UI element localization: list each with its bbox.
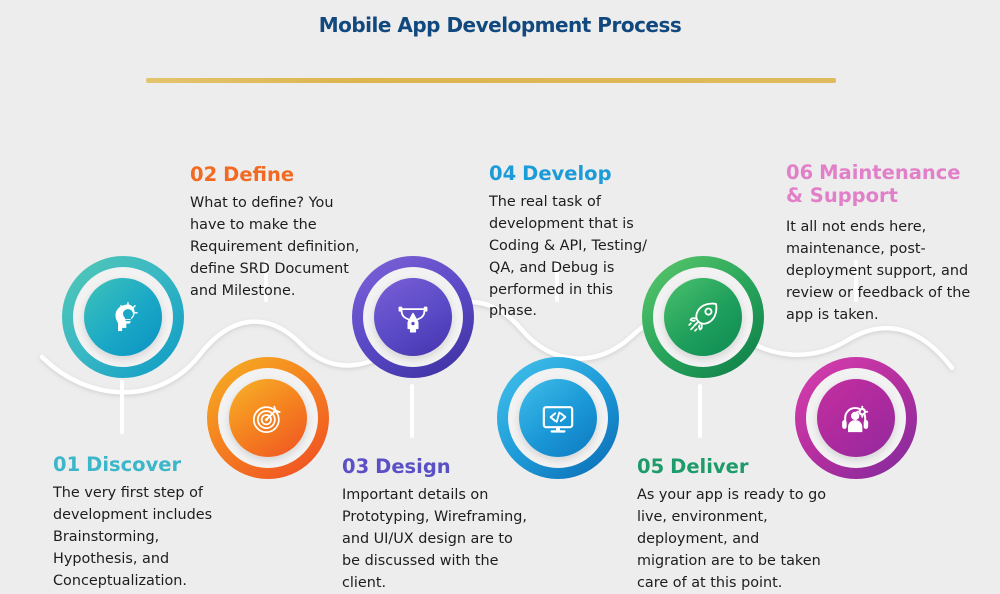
step-disc-02 — [229, 379, 307, 457]
step-text-06: 06 Maintenance & Support It all not ends … — [786, 138, 972, 326]
pen-tool-icon — [392, 296, 434, 338]
step-text-03: 03 Design Important details on Prototypin… — [342, 432, 528, 594]
step-number-06: 06 — [786, 161, 814, 184]
step-node-03[interactable] — [352, 256, 474, 378]
step-label-02: Define — [223, 163, 295, 186]
step-number-02: 02 — [190, 163, 218, 186]
step-label-01: Discover — [86, 453, 182, 476]
step-text-02: 02 Define What to define? You have to mak… — [190, 140, 362, 302]
step-heading-04: 04 Develop — [489, 139, 661, 185]
head-lightbulb-icon — [103, 297, 143, 337]
monitor-code-icon — [538, 398, 578, 438]
step-heading-05: 05 Deliver — [637, 432, 827, 478]
step-heading-02: 02 Define — [190, 140, 362, 186]
step-body-03: Important details on Prototyping, Wirefr… — [342, 487, 527, 591]
step-label-03: Design — [375, 455, 451, 478]
target-arrow-icon — [248, 398, 288, 438]
step-body-02: What to define? You have to make the Req… — [190, 195, 360, 299]
step-number-03: 03 — [342, 455, 370, 478]
step-heading-01: 01 Discover — [53, 430, 235, 476]
step-disc-01 — [84, 278, 162, 356]
step-text-04: 04 Develop The real task of development t… — [489, 139, 661, 323]
step-disc-05 — [664, 278, 742, 356]
step-heading-03: 03 Design — [342, 432, 528, 478]
step-body-01: The very first step of development inclu… — [53, 485, 213, 589]
step-disc-04 — [519, 379, 597, 457]
step-disc-03 — [374, 278, 452, 356]
step-text-05: 05 Deliver As your app is ready to go liv… — [637, 432, 827, 594]
step-number-04: 04 — [489, 162, 517, 185]
headset-gear-icon — [836, 398, 876, 438]
step-text-01: 01 Discover The very first step of develo… — [53, 430, 235, 592]
step-label-05: Deliver — [670, 455, 749, 478]
step-disc-06 — [817, 379, 895, 457]
step-body-05: As your app is ready to go live, environ… — [637, 487, 827, 591]
step-body-04: The real task of development that is Cod… — [489, 194, 647, 320]
step-heading-06: 06 Maintenance & Support — [786, 138, 972, 207]
step-node-01[interactable] — [62, 256, 184, 378]
step-body-06: It all not ends here, maintenance, post-… — [786, 219, 971, 323]
infographic-canvas: Mobile App Development Process 01 Discov… — [0, 0, 1000, 591]
step-number-05: 05 — [637, 455, 665, 478]
step-label-04: Develop — [522, 162, 612, 185]
step-number-01: 01 — [53, 453, 81, 476]
rocket-icon — [683, 297, 723, 337]
